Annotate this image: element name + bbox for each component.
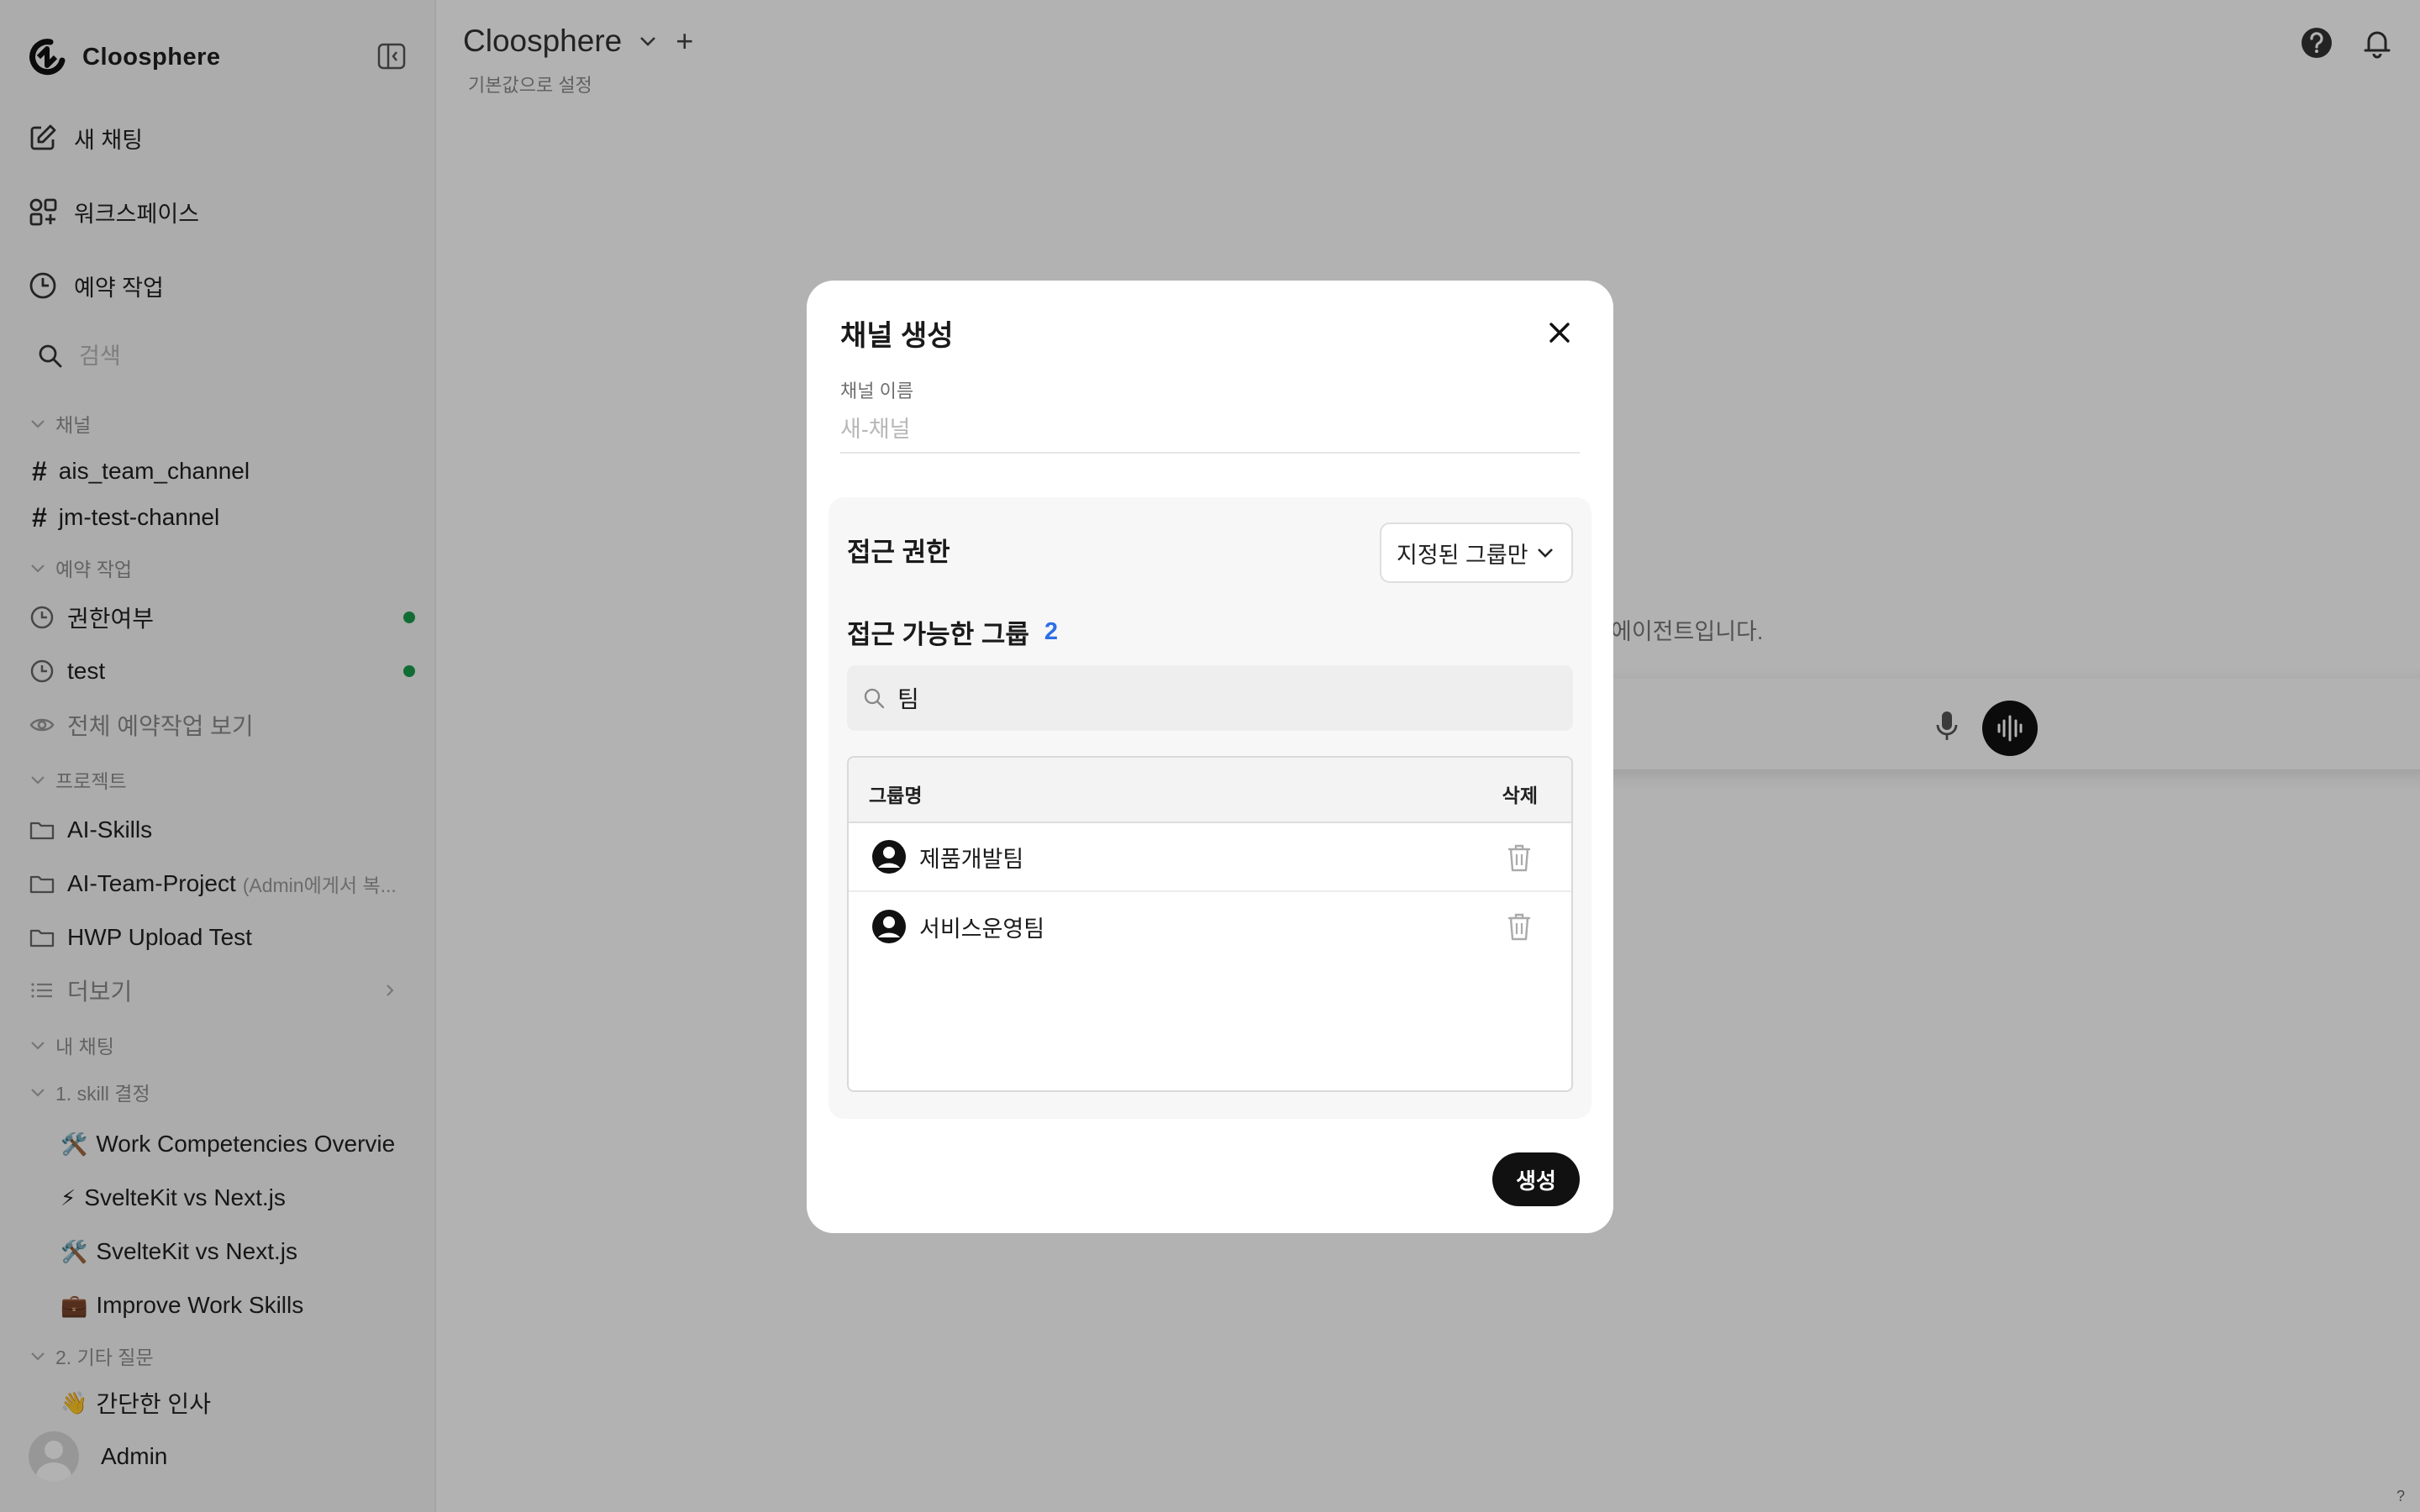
groups-count-badge: 2 [1044, 618, 1059, 645]
group-search[interactable] [847, 665, 1573, 731]
table-row: 제품개발팀 [849, 823, 1571, 892]
access-level-select[interactable]: 지정된 그룹만 [1380, 522, 1573, 583]
access-level-value: 지정된 그룹만 [1397, 542, 1528, 568]
create-button[interactable]: 생성 [1492, 1152, 1580, 1206]
groups-table: 그룹명 삭제 제품개발팀 서비스운영팀 [847, 756, 1573, 1092]
channel-name-label: 채널 이름 [840, 381, 914, 402]
group-name-column: 그룹명 [869, 785, 923, 806]
search-icon [864, 688, 885, 709]
group-name: 제품개발팀 [919, 846, 1024, 872]
access-title: 접근 권한 [847, 538, 950, 567]
group-search-input[interactable] [897, 685, 1536, 711]
user-circle-icon [872, 910, 906, 943]
accessible-groups-label: 접근 가능한 그룹 [847, 620, 1029, 649]
trash-icon[interactable] [1504, 911, 1534, 942]
user-circle-icon [872, 840, 906, 874]
create-channel-modal: 채널 생성 채널 이름 접근 권한 지정된 그룹만 접근 가능한 그룹 2 그룹… [807, 281, 1613, 1233]
modal-title: 채널 생성 [840, 320, 954, 352]
accessible-groups-title: 접근 가능한 그룹 2 [847, 613, 1058, 651]
close-icon[interactable] [1543, 316, 1576, 349]
access-control-panel: 접근 권한 지정된 그룹만 접근 가능한 그룹 2 그룹명 삭제 [829, 497, 1591, 1119]
group-name: 서비스운영팀 [919, 916, 1045, 942]
trash-icon[interactable] [1504, 842, 1534, 874]
channel-name-input[interactable] [840, 407, 1580, 454]
chevron-down-icon [1538, 549, 1553, 558]
groups-table-header: 그룹명 삭제 [849, 758, 1571, 823]
delete-column: 삭제 [1502, 785, 1538, 806]
table-row: 서비스운영팀 [849, 892, 1571, 961]
